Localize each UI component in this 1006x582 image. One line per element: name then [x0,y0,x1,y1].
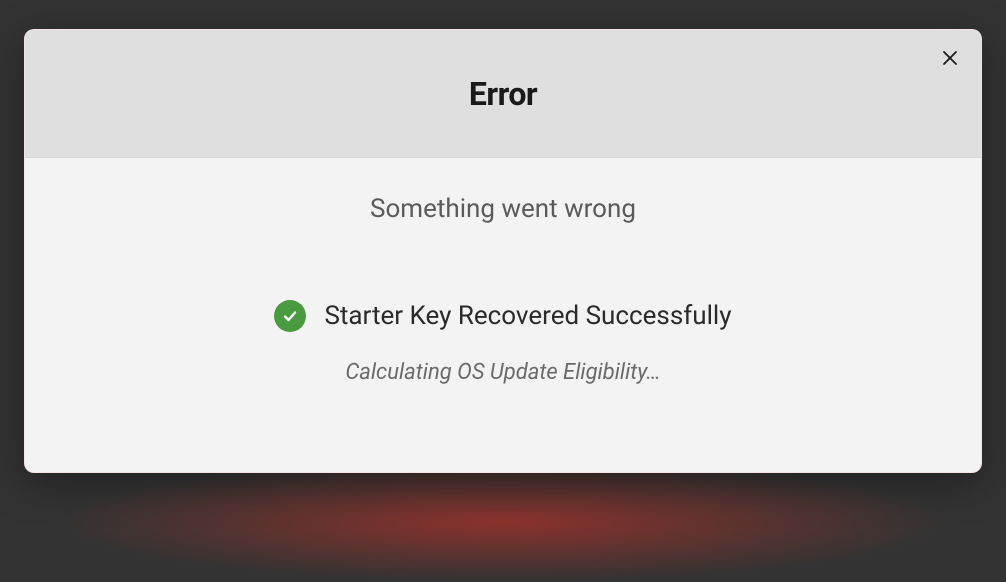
dialog-title: Error [469,75,537,113]
error-dialog: Error Something went wrong Starter Key R… [24,29,982,473]
close-button[interactable] [935,44,965,74]
error-message: Something went wrong [25,194,981,224]
dialog-body: Something went wrong Starter Key Recover… [25,158,981,385]
status-block: Starter Key Recovered Successfully Calcu… [25,300,981,385]
close-icon [942,50,958,69]
sub-status-text: Calculating OS Update Eligibility… [25,360,981,385]
dialog-header: Error [25,30,981,158]
background-glow [53,462,953,582]
check-circle-icon [274,300,306,332]
status-text: Starter Key Recovered Successfully [324,301,731,331]
status-line: Starter Key Recovered Successfully [25,300,981,332]
